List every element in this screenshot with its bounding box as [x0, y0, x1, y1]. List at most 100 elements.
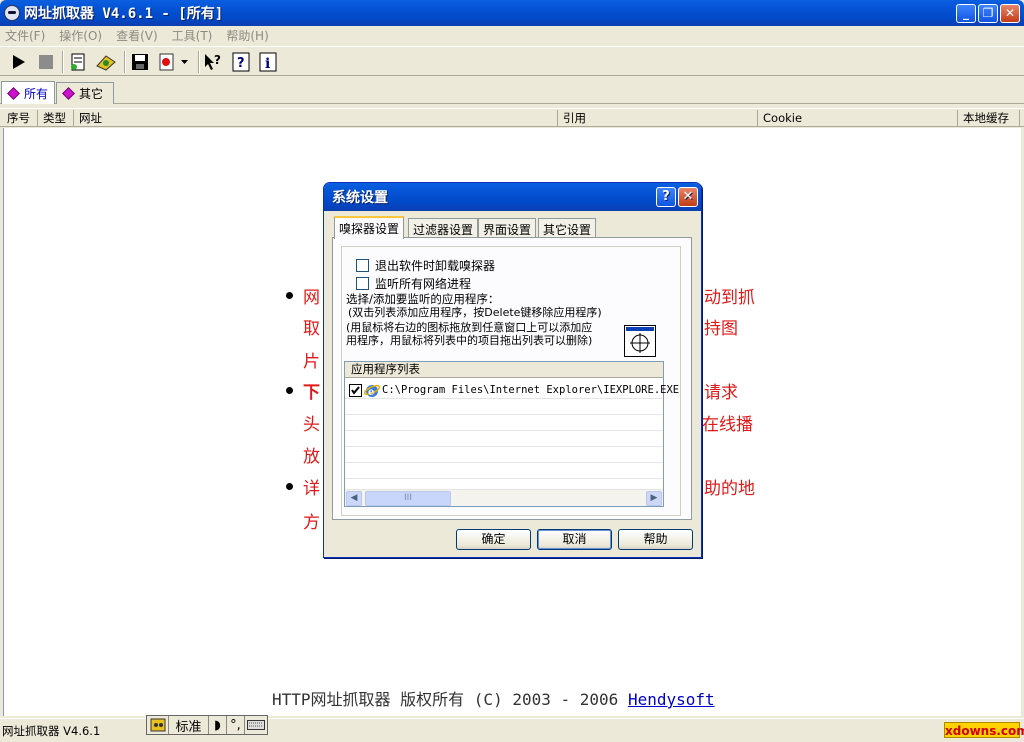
- instruction-text: 选择/添加要监听的应用程序：: [346, 292, 500, 306]
- help-dialog-button[interactable]: 帮助: [618, 529, 693, 550]
- intro-text: 网: [303, 288, 320, 308]
- column-local-cache[interactable]: 本地缓存: [958, 110, 1020, 127]
- instruction-text: (用鼠标将右边的图标拖放到任意窗口上可以添加应: [346, 321, 593, 334]
- play-icon: [13, 55, 25, 69]
- column-url[interactable]: 网址: [74, 110, 558, 127]
- export-dropdown[interactable]: [154, 50, 194, 74]
- punctuation-icon[interactable]: °,: [227, 716, 245, 734]
- ime-mode[interactable]: 标准: [169, 716, 209, 735]
- restore-button[interactable]: ❐: [978, 4, 998, 23]
- filter-button[interactable]: [66, 50, 90, 74]
- crosshair-drag-icon[interactable]: [624, 325, 656, 357]
- ime-logo-icon[interactable]: [147, 716, 169, 734]
- hendysoft-link[interactable]: Hendysoft: [628, 690, 715, 709]
- horizontal-scrollbar[interactable]: ◀ III ▶: [345, 489, 663, 506]
- menu-help[interactable]: 帮助(H): [226, 27, 268, 44]
- diamond-icon: [7, 86, 20, 100]
- dialog-title-bar[interactable]: 系统设置 ? ✕: [324, 183, 701, 211]
- svg-text:?: ?: [237, 56, 245, 71]
- tab-other-settings[interactable]: 其它设置: [538, 218, 597, 238]
- checked-checkbox[interactable]: [349, 383, 362, 397]
- intro-text: 片: [303, 352, 320, 372]
- svg-text:i: i: [265, 56, 270, 72]
- intro-text: 取: [303, 319, 320, 339]
- menu-action[interactable]: 操作(O): [59, 27, 102, 44]
- dialog-title: 系统设置: [332, 190, 388, 206]
- menu-bar: 文件(F) 操作(O) 查看(V) 工具(T) 帮助(H): [0, 26, 1024, 45]
- toolbar-separator: [124, 51, 126, 73]
- column-cookie[interactable]: Cookie: [758, 110, 958, 127]
- application-list[interactable]: 应用程序列表 e C:\Program Files\Internet Explo…: [344, 361, 679, 507]
- cancel-button[interactable]: 取消: [537, 529, 612, 550]
- row-divider: [345, 446, 663, 447]
- about-button[interactable]: i: [256, 50, 280, 74]
- half-width-icon[interactable]: ◗: [209, 716, 227, 734]
- dialog-close-button[interactable]: ✕: [678, 187, 698, 207]
- scroll-right-icon[interactable]: ▶: [646, 491, 662, 506]
- tab-all-label: 所有: [24, 86, 49, 101]
- status-app-name: 网址抓取器 V4.6.1: [2, 724, 101, 738]
- minimize-button[interactable]: _: [956, 4, 976, 23]
- intro-text: 在线播: [702, 415, 753, 435]
- dialog-tabs: 嗅探器设置 过滤器设置 界面设置 其它设置: [334, 216, 694, 239]
- soft-keyboard-icon[interactable]: [245, 716, 267, 734]
- intro-text: 请求: [704, 383, 738, 403]
- unload-sniffer-label: 退出软件时卸载嗅探器: [375, 259, 496, 273]
- whats-this-button[interactable]: ?: [201, 50, 225, 74]
- title-bar[interactable]: 网址抓取器 V4.6.1 - [所有] _ ❐ ✕: [0, 0, 1024, 26]
- help-button[interactable]: ?: [229, 50, 253, 74]
- ok-button[interactable]: 确定: [456, 529, 531, 550]
- intro-text: 持图: [704, 319, 738, 339]
- menu-tools[interactable]: 工具(T): [172, 27, 213, 44]
- row-divider: [345, 478, 663, 479]
- list-item[interactable]: e C:\Program Files\Internet Explorer\IEX…: [349, 382, 679, 398]
- help-icon: ?: [232, 52, 250, 72]
- settings-dialog: 系统设置 ? ✕ 嗅探器设置 过滤器设置 界面设置 其它设置 退出软件时卸载嗅探…: [323, 182, 702, 558]
- play-button[interactable]: [6, 50, 30, 74]
- row-divider: [345, 430, 663, 431]
- toolbar: ? ? i: [0, 46, 1024, 76]
- tab-other[interactable]: 其它: [56, 82, 114, 104]
- monitor-all-processes-checkbox[interactable]: 监听所有网络进程: [356, 275, 471, 292]
- stop-button[interactable]: [34, 50, 58, 74]
- scroll-thumb[interactable]: III: [365, 491, 451, 506]
- tab-sniffer-settings[interactable]: 嗅探器设置: [334, 216, 405, 239]
- menu-view[interactable]: 查看(V): [116, 27, 158, 44]
- intro-text: 助的地: [704, 479, 755, 499]
- column-referer[interactable]: 引用: [558, 110, 758, 127]
- column-type[interactable]: 类型: [38, 110, 74, 127]
- intro-text: 动到抓: [704, 288, 755, 308]
- window-title: 网址抓取器 V4.6.1 - [所有]: [24, 6, 224, 22]
- chevron-down-icon: [181, 60, 188, 64]
- application-list-header[interactable]: 应用程序列表: [345, 362, 663, 378]
- bullet: [286, 483, 293, 490]
- sniffer-icon: [96, 55, 116, 71]
- intro-text: 方: [303, 513, 320, 533]
- dialog-help-button[interactable]: ?: [656, 187, 676, 207]
- intro-text: 放: [303, 447, 320, 467]
- tab-all[interactable]: 所有: [1, 81, 56, 104]
- info-icon: i: [259, 52, 277, 72]
- save-button[interactable]: [128, 50, 152, 74]
- close-button[interactable]: ✕: [1000, 4, 1020, 23]
- svg-text:?: ?: [214, 53, 221, 67]
- sniffer-button[interactable]: [94, 50, 118, 74]
- toolbar-separator: [198, 51, 200, 73]
- scroll-left-icon[interactable]: ◀: [346, 491, 362, 506]
- ime-toolbar[interactable]: 标准 ◗ °,: [146, 715, 268, 735]
- toolbar-separator: [62, 51, 64, 73]
- row-divider: [345, 414, 663, 415]
- svg-text:e: e: [368, 387, 374, 398]
- menu-file[interactable]: 文件(F): [5, 27, 45, 44]
- app-icon[interactable]: [4, 5, 20, 21]
- column-index[interactable]: 序号: [2, 110, 38, 127]
- tab-other-label: 其它: [79, 87, 104, 101]
- stop-icon: [39, 55, 53, 69]
- copyright-notice: HTTP网址抓取器 版权所有 (C) 2003 - 2006 Hendysoft: [272, 686, 715, 710]
- unload-sniffer-checkbox[interactable]: 退出软件时卸载嗅探器: [356, 257, 495, 274]
- intro-text: 下: [303, 383, 320, 403]
- tab-interface-settings[interactable]: 界面设置: [478, 218, 537, 238]
- instruction-text: 用程序，用鼠标将列表中的项目拖出列表可以删除): [346, 334, 593, 347]
- tab-filter-settings[interactable]: 过滤器设置: [408, 218, 479, 238]
- instruction-text: (双击列表添加应用程序，按Delete键移除应用程序): [348, 306, 602, 319]
